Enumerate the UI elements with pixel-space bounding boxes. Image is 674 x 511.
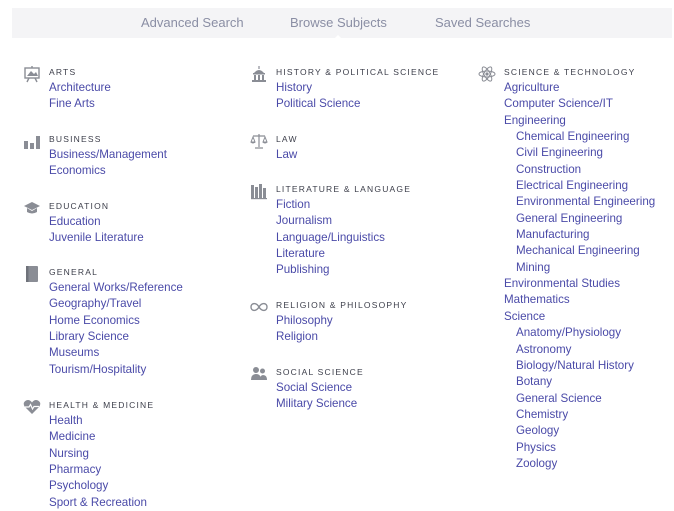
subject-link-list: General Works/Reference Geography/Travel H… [49, 280, 183, 378]
subject-link-astronomy[interactable]: Astronomy [504, 342, 655, 358]
category-heading: BUSINESS [49, 134, 102, 144]
subject-link-science[interactable]: Science [504, 309, 655, 325]
subject-link-list: Fiction Journalism Language/Linguistics Lit… [276, 197, 385, 279]
subject-link-nursing[interactable]: Nursing [49, 446, 147, 462]
subject-link-political-science[interactable]: Political Science [276, 96, 360, 112]
subject-link-construction[interactable]: Construction [504, 162, 655, 178]
subject-link-mechanical-engineering[interactable]: Mechanical Engineering [504, 243, 655, 259]
category-heading: GENERAL [49, 267, 99, 277]
easel-icon [24, 66, 40, 83]
category-heading: ARTS [49, 67, 77, 77]
subject-link-education[interactable]: Education [49, 214, 144, 230]
category-heading: SOCIAL SCIENCE [276, 367, 364, 377]
people-icon [251, 367, 267, 380]
subject-link-agriculture[interactable]: Agriculture [504, 80, 655, 96]
subject-link-civil-engineering[interactable]: Civil Engineering [504, 145, 655, 161]
subject-link-list: Architecture Fine Arts [49, 80, 111, 113]
subject-link-religion[interactable]: Religion [276, 329, 333, 345]
subject-link-tourism-hospitality[interactable]: Tourism/Hospitality [49, 362, 183, 378]
subject-link-geography-travel[interactable]: Geography/Travel [49, 296, 183, 312]
book-icon [26, 266, 38, 282]
subject-link-biology-natural-history[interactable]: Biology/Natural History [504, 358, 655, 374]
subject-link-law[interactable]: Law [276, 147, 297, 163]
subject-link-medicine[interactable]: Medicine [49, 429, 147, 445]
subject-link-history[interactable]: History [276, 80, 360, 96]
subject-link-botany[interactable]: Botany [504, 374, 655, 390]
infinity-icon [250, 302, 268, 312]
subject-link-business-management[interactable]: Business/Management [49, 147, 167, 163]
subject-link-fiction[interactable]: Fiction [276, 197, 385, 213]
government-building-icon [252, 66, 266, 82]
subject-link-list: Law [276, 147, 297, 163]
category-heading: LAW [276, 134, 298, 144]
subject-link-chemical-engineering[interactable]: Chemical Engineering [504, 129, 655, 145]
scales-icon [250, 134, 268, 149]
category-heading: HEALTH & MEDICINE [49, 400, 155, 410]
books-icon [251, 184, 267, 200]
subject-link-architecture[interactable]: Architecture [49, 80, 111, 96]
tab-advanced-search[interactable]: Advanced Search [141, 15, 244, 30]
subject-link-pharmacy[interactable]: Pharmacy [49, 462, 147, 478]
subject-link-general-science[interactable]: General Science [504, 391, 655, 407]
category-heading: LITERATURE & LANGUAGE [276, 184, 412, 194]
subject-link-economics[interactable]: Economics [49, 163, 167, 179]
subject-link-publishing[interactable]: Publishing [276, 262, 385, 278]
subject-link-health[interactable]: Health [49, 413, 147, 429]
subject-link-museums[interactable]: Museums [49, 345, 183, 361]
category-heading: HISTORY & POLITICAL SCIENCE [276, 67, 440, 77]
subject-link-manufacturing[interactable]: Manufacturing [504, 227, 655, 243]
subject-link-sport-and-recreation[interactable]: Sport & Recreation [49, 495, 147, 511]
tab-saved-searches[interactable]: Saved Searches [435, 15, 530, 30]
subject-link-geology[interactable]: Geology [504, 423, 655, 439]
category-heading: SCIENCE & TECHNOLOGY [504, 67, 636, 77]
subject-link-journalism[interactable]: Journalism [276, 213, 385, 229]
subject-link-home-economics[interactable]: Home Economics [49, 313, 183, 329]
subject-link-electrical-engineering[interactable]: Electrical Engineering [504, 178, 655, 194]
subject-link-engineering[interactable]: Engineering [504, 113, 655, 129]
top-nav: Advanced Search Browse Subjects Saved Se… [12, 8, 672, 41]
bar-chart-icon [24, 136, 40, 149]
subject-link-list: Education Juvenile Literature [49, 214, 144, 247]
subject-link-philosophy[interactable]: Philosophy [276, 313, 333, 329]
subject-link-mining[interactable]: Mining [504, 260, 655, 276]
subject-link-list: Social Science Military Science [276, 380, 357, 413]
subject-link-military-science[interactable]: Military Science [276, 396, 357, 412]
subject-link-list: Business/Management Economics [49, 147, 167, 180]
subject-link-list: Agriculture Computer Science/IT Engineerin… [504, 80, 655, 472]
subject-link-psychology[interactable]: Psychology [49, 478, 147, 494]
subject-link-anatomy-physiology[interactable]: Anatomy/Physiology [504, 325, 655, 341]
tab-browse-subjects[interactable]: Browse Subjects [290, 15, 387, 41]
subject-link-list: History Political Science [276, 80, 360, 113]
subject-link-general-works-reference[interactable]: General Works/Reference [49, 280, 183, 296]
subject-link-environmental-engineering[interactable]: Environmental Engineering [504, 194, 655, 210]
subject-link-list: Health Medicine Nursing Pharmacy Psychology S… [49, 413, 147, 511]
graduation-cap-icon [24, 202, 40, 214]
subject-link-mathematics[interactable]: Mathematics [504, 292, 655, 308]
subject-link-zoology[interactable]: Zoology [504, 456, 655, 472]
heart-pulse-icon [23, 400, 41, 414]
subject-link-list: Philosophy Religion [276, 313, 333, 346]
subject-link-library-science[interactable]: Library Science [49, 329, 183, 345]
subject-link-social-science[interactable]: Social Science [276, 380, 357, 396]
subject-link-chemistry[interactable]: Chemistry [504, 407, 655, 423]
subject-link-literature[interactable]: Literature [276, 246, 385, 262]
category-heading: EDUCATION [49, 201, 110, 211]
subject-link-juvenile-literature[interactable]: Juvenile Literature [49, 230, 144, 246]
subject-link-computer-science-it[interactable]: Computer Science/IT [504, 96, 655, 112]
subject-link-language-linguistics[interactable]: Language/Linguistics [276, 230, 385, 246]
atom-icon [478, 66, 496, 82]
subject-link-general-engineering[interactable]: General Engineering [504, 211, 655, 227]
subject-link-environmental-studies[interactable]: Environmental Studies [504, 276, 655, 292]
subject-link-physics[interactable]: Physics [504, 440, 655, 456]
category-heading: RELIGION & PHILOSOPHY [276, 300, 408, 310]
subject-link-fine-arts[interactable]: Fine Arts [49, 96, 111, 112]
